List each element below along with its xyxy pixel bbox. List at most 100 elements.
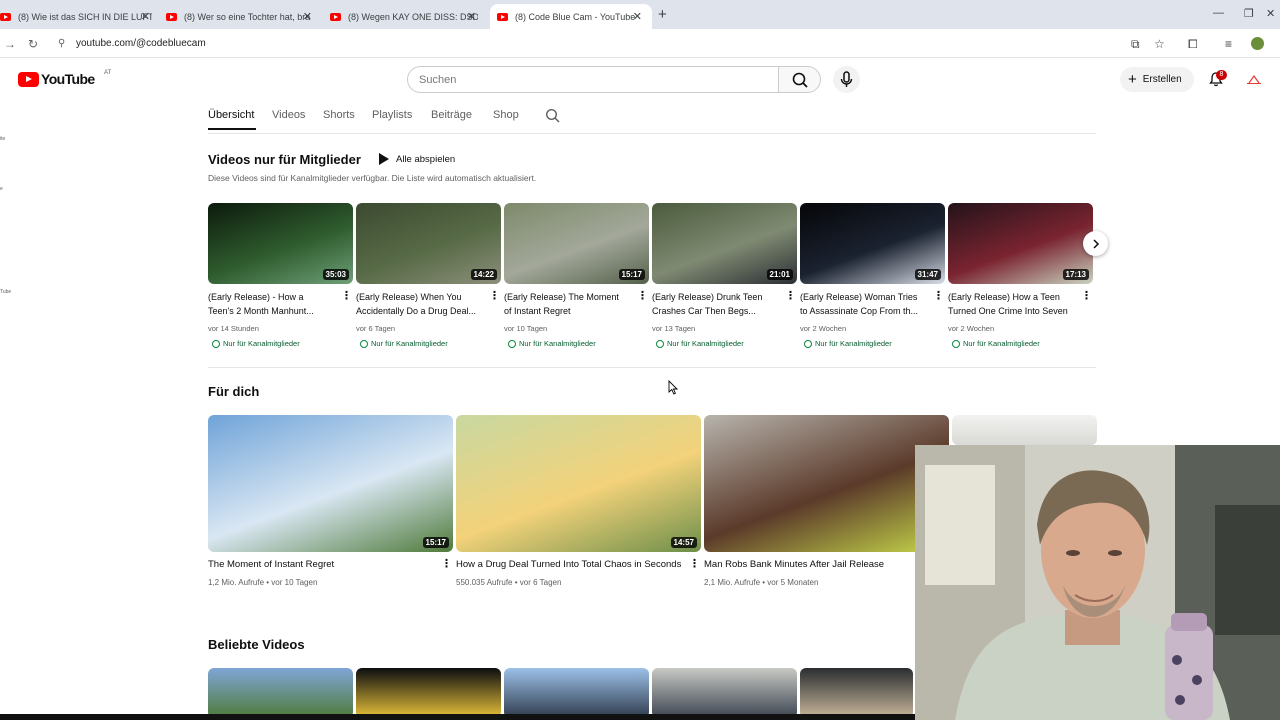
members-only-label: Nur für Kanalmitglieder bbox=[371, 339, 448, 348]
video-title[interactable]: (Early Release) - How a Teen's 2 Month Ma… bbox=[208, 290, 336, 318]
extensions-icon[interactable]: ⧠ bbox=[1188, 37, 1198, 52]
sidebar-fragment[interactable]: e bbox=[0, 186, 3, 192]
browser-tab-title: (8) Code Blue Cam - YouTube bbox=[515, 11, 636, 22]
browser-tab-title: (8) Wer so eine Tochter hat, bra bbox=[184, 11, 311, 22]
video-title-line: (Early Release) The Moment bbox=[504, 292, 619, 302]
meta-separator: • bbox=[512, 578, 520, 587]
members-check-icon bbox=[508, 339, 516, 348]
forward-icon[interactable]: → bbox=[4, 37, 16, 51]
tab-playlists[interactable]: Playlists bbox=[372, 109, 412, 121]
browser-profile-avatar[interactable] bbox=[1251, 37, 1264, 50]
video-title[interactable]: (Early Release) Drunk Teen Crashes Car Th… bbox=[652, 290, 780, 318]
close-tab-icon[interactable]: ✕ bbox=[467, 10, 476, 23]
install-app-icon[interactable]: ⧉ bbox=[1131, 37, 1140, 52]
video-title-line: Crashes Car Then Begs... bbox=[652, 306, 756, 316]
carousel-next-button[interactable] bbox=[1083, 231, 1108, 256]
tab-overview[interactable]: Übersicht bbox=[208, 109, 254, 121]
video-thumbnail-partial[interactable] bbox=[952, 415, 1097, 445]
video-thumbnail[interactable]: 21:01 bbox=[652, 203, 797, 284]
video-thumbnail[interactable] bbox=[356, 668, 501, 718]
video-title[interactable]: (Early Release) When You Accidentally Do … bbox=[356, 290, 484, 318]
voice-search-button[interactable] bbox=[833, 66, 860, 93]
more-actions-icon[interactable]: ⋮ bbox=[637, 289, 648, 302]
video-views: 2,1 Mio. Aufrufe bbox=[704, 578, 761, 587]
more-actions-icon[interactable]: ⋮ bbox=[341, 289, 352, 302]
video-title[interactable]: (Early Release) Woman Tries to Assassinat… bbox=[800, 290, 928, 318]
video-title[interactable]: (Early Release) How a Teen Turned One Cri… bbox=[948, 290, 1076, 318]
video-age: vor 2 Wochen bbox=[948, 324, 995, 333]
video-age: vor 14 Stunden bbox=[208, 324, 259, 333]
video-meta: 550.035 Aufrufe • vor 6 Tagen bbox=[456, 578, 561, 587]
browser-tab[interactable]: (8) Wie ist das SICH IN DIE LUFT ✕ bbox=[0, 4, 160, 29]
site-info-icon[interactable]: ⚲ bbox=[58, 38, 65, 49]
sidebar-fragment[interactable]: Tube bbox=[0, 289, 11, 295]
media-controls-icon[interactable]: ≡ bbox=[1225, 37, 1232, 51]
youtube-favicon-icon bbox=[166, 12, 177, 21]
browser-tab-title: (8) Wegen KAY ONE DISS: DSDS bbox=[348, 11, 478, 22]
play-all-label: Alle abspielen bbox=[396, 153, 456, 165]
account-avatar[interactable] bbox=[1247, 73, 1261, 85]
video-thumbnail[interactable]: 35:03 bbox=[208, 203, 353, 284]
video-thumbnail[interactable] bbox=[652, 668, 797, 718]
url-field[interactable]: youtube.com/@codebluecam bbox=[76, 38, 206, 49]
youtube-wordmark: YouTube bbox=[41, 71, 95, 87]
video-title[interactable]: The Moment of Instant Regret bbox=[208, 559, 334, 570]
youtube-play-icon bbox=[18, 71, 39, 87]
video-duration: 14:57 bbox=[670, 537, 697, 548]
close-tab-icon[interactable]: ✕ bbox=[633, 10, 642, 23]
close-window-icon[interactable]: ✕ bbox=[1266, 7, 1275, 20]
video-thumbnail[interactable]: 14:57 bbox=[456, 415, 701, 552]
video-title[interactable]: How a Drug Deal Turned Into Total Chaos … bbox=[456, 559, 681, 570]
bookmark-star-icon[interactable]: ☆ bbox=[1154, 37, 1165, 51]
country-code: AT bbox=[104, 70, 112, 76]
video-thumbnail[interactable] bbox=[704, 415, 949, 552]
browser-tab-active[interactable]: (8) Code Blue Cam - YouTube ✕ bbox=[490, 4, 652, 29]
maximize-icon[interactable]: ❐ bbox=[1244, 7, 1254, 20]
more-actions-icon[interactable]: ⋮ bbox=[933, 289, 944, 302]
more-actions-icon[interactable]: ⋮ bbox=[1081, 289, 1092, 302]
video-age: vor 2 Wochen bbox=[800, 324, 847, 333]
tab-videos[interactable]: Videos bbox=[272, 109, 305, 121]
video-thumbnail[interactable] bbox=[800, 668, 913, 718]
reload-icon[interactable]: ↻ bbox=[28, 37, 38, 51]
video-views: 550.035 Aufrufe bbox=[456, 578, 513, 587]
more-actions-icon[interactable]: ⋮ bbox=[785, 289, 796, 302]
tab-posts[interactable]: Beiträge bbox=[431, 109, 472, 121]
sidebar-fragment[interactable]: ite bbox=[0, 136, 5, 142]
minimize-icon[interactable]: — bbox=[1213, 7, 1224, 19]
youtube-favicon-icon bbox=[497, 12, 508, 21]
streamer-webcam-image bbox=[915, 445, 1280, 720]
video-thumbnail[interactable]: 15:17 bbox=[504, 203, 649, 284]
video-thumbnail[interactable]: 31:47 bbox=[800, 203, 945, 284]
youtube-logo[interactable]: YouTube AT bbox=[18, 70, 111, 87]
more-actions-icon[interactable]: ⋮ bbox=[689, 557, 700, 570]
channel-search-icon[interactable] bbox=[545, 108, 560, 123]
video-duration: 14:22 bbox=[470, 269, 497, 280]
video-age: vor 10 Tagen bbox=[271, 578, 318, 587]
close-tab-icon[interactable]: ✕ bbox=[303, 10, 312, 23]
search-input[interactable]: Suchen bbox=[407, 66, 779, 93]
play-all-button[interactable]: Alle abspielen bbox=[379, 153, 455, 165]
video-duration: 17:13 bbox=[1062, 269, 1089, 280]
more-actions-icon[interactable]: ⋮ bbox=[489, 289, 500, 302]
browser-tab[interactable]: (8) Wegen KAY ONE DISS: DSDS ✕ bbox=[326, 4, 486, 29]
members-only-label: Nur für Kanalmitglieder bbox=[519, 339, 596, 348]
search-button[interactable] bbox=[778, 66, 821, 93]
video-title[interactable]: (Early Release) The Moment of Instant Reg… bbox=[504, 290, 632, 318]
more-actions-icon[interactable]: ⋮ bbox=[441, 557, 452, 570]
tab-shorts[interactable]: Shorts bbox=[323, 109, 355, 121]
close-tab-icon[interactable]: ✕ bbox=[141, 10, 150, 23]
video-thumbnail[interactable]: 15:17 bbox=[208, 415, 453, 552]
create-button[interactable]: + Erstellen bbox=[1120, 67, 1194, 92]
video-thumbnail[interactable] bbox=[208, 668, 353, 718]
new-tab-icon[interactable]: + bbox=[658, 6, 667, 23]
browser-tab[interactable]: (8) Wer so eine Tochter hat, bra ✕ bbox=[162, 4, 322, 29]
video-thumbnail[interactable] bbox=[504, 668, 649, 718]
video-thumbnail[interactable]: 14:22 bbox=[356, 203, 501, 284]
members-only-badge: Nur für Kanalmitglieder bbox=[360, 339, 448, 348]
tab-shop[interactable]: Shop bbox=[493, 109, 519, 121]
video-meta: 2,1 Mio. Aufrufe • vor 5 Monaten bbox=[704, 578, 818, 587]
popular-section-title: Beliebte Videos bbox=[208, 637, 305, 652]
video-thumbnail[interactable]: 17:13 bbox=[948, 203, 1093, 284]
video-title[interactable]: Man Robs Bank Minutes After Jail Release bbox=[704, 559, 884, 570]
